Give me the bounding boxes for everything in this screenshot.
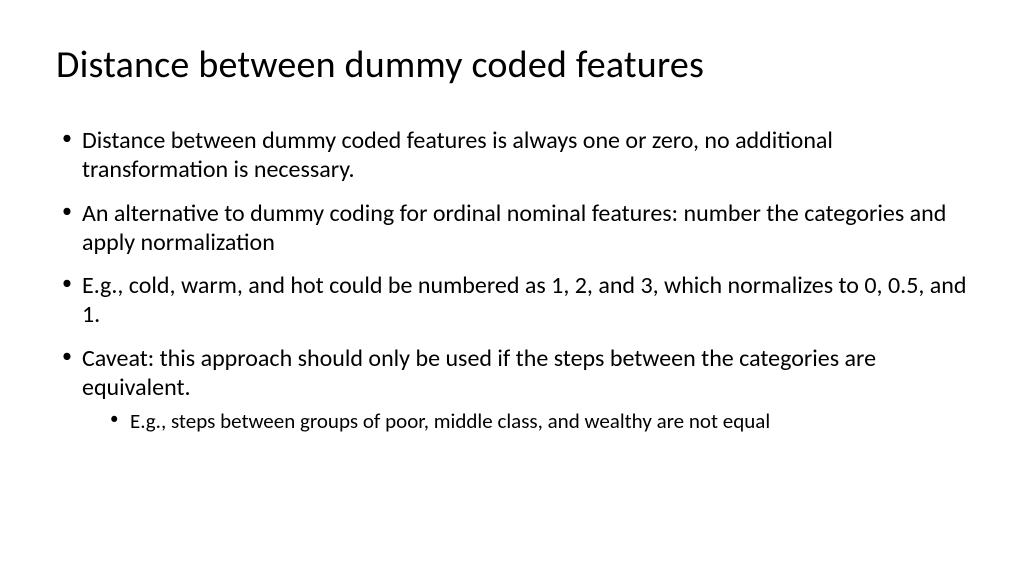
list-item: E.g., cold, warm, and hot could be numbe… <box>60 271 968 330</box>
list-item: Distance between dummy coded features is… <box>60 126 968 185</box>
list-item: An alternative to dummy coding for ordin… <box>60 199 968 258</box>
slide-title: Distance between dummy coded features <box>56 42 968 88</box>
bullet-text: E.g., cold, warm, and hot could be numbe… <box>82 271 966 329</box>
bullet-text: Caveat: this approach should only be use… <box>82 344 876 402</box>
list-item: E.g., steps between groups of poor, midd… <box>108 408 968 434</box>
sub-bullet-list: E.g., steps between groups of poor, midd… <box>82 408 968 434</box>
bullet-text: An alternative to dummy coding for ordin… <box>82 199 946 257</box>
bullet-list: Distance between dummy coded features is… <box>56 126 968 434</box>
bullet-text: E.g., steps between groups of poor, midd… <box>130 408 770 434</box>
list-item: Caveat: this approach should only be use… <box>60 344 968 435</box>
slide: Distance between dummy coded features Di… <box>0 0 1024 576</box>
bullet-text: Distance between dummy coded features is… <box>82 126 833 184</box>
